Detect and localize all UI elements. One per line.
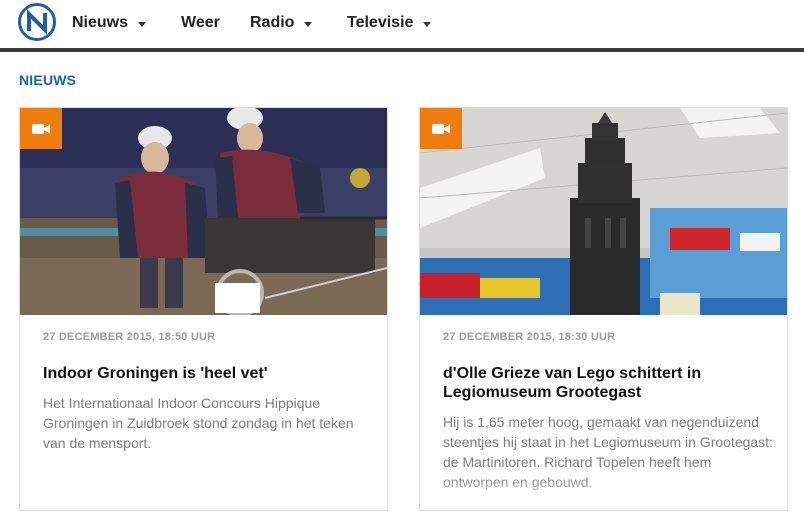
article-title[interactable]: d'Olle Grieze van Lego schittert in Legi… [443,364,773,402]
section-title: NIEUWS [19,72,77,88]
nav-item-radio[interactable]: Radio [250,14,313,32]
chevron-down-icon [304,21,313,27]
article-card[interactable]: 27 DECEMBER 2015, 18:30 UUR d'Olle Griez… [419,107,788,511]
article-image[interactable] [420,108,787,315]
video-camera-icon [420,108,462,149]
nav-item-nieuws[interactable]: Nieuws [72,14,147,32]
article-body: 27 DECEMBER 2015, 18:50 UUR Indoor Groni… [43,315,373,453]
nav-item-label: Televisie [347,14,414,31]
nav-item-label: Nieuws [72,14,129,31]
top-navigation-bar: Nieuws Weer Radio Televisie [0,0,804,50]
chevron-down-icon [138,21,147,27]
rtv-noord-logo-icon[interactable] [18,3,56,41]
article-date: 27 DECEMBER 2015, 18:50 UUR [43,331,216,343]
video-camera-icon [20,108,62,149]
nav-item-weer[interactable]: Weer [181,14,220,32]
text-fade-overlay [420,476,787,510]
chevron-down-icon [423,21,432,27]
article-summary: Het Internationaal Indoor Concours Hippi… [43,395,354,451]
nav-item-televisie[interactable]: Televisie [347,14,432,32]
article-date: 27 DECEMBER 2015, 18:30 UUR [443,331,616,343]
article-image[interactable] [20,108,387,315]
nav-item-label: Weer [181,14,220,31]
article-body: 27 DECEMBER 2015, 18:30 UUR d'Olle Griez… [443,315,773,492]
article-title[interactable]: Indoor Groningen is 'heel vet' [43,364,373,383]
article-card[interactable]: 27 DECEMBER 2015, 18:50 UUR Indoor Groni… [19,107,388,511]
nav-item-label: Radio [250,14,295,31]
header-divider [0,48,804,52]
